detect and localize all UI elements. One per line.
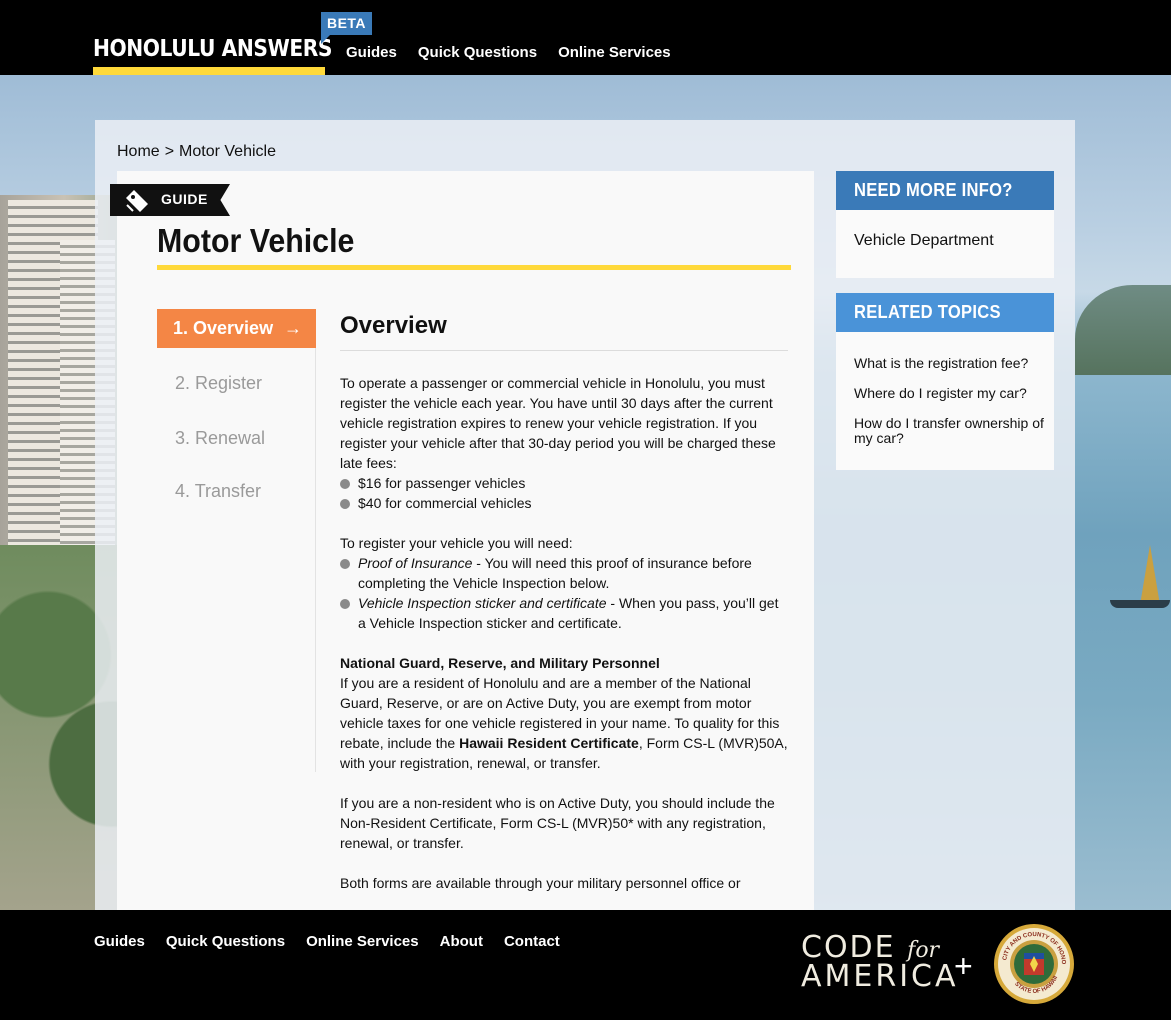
related-topics-box: RELATED TOPICS What is the registration … <box>836 293 1054 470</box>
sailboat-sail <box>1140 545 1160 605</box>
site-logo-text: HONOLULU ANSWERS <box>93 36 333 62</box>
intro-paragraph: To operate a passenger or commercial veh… <box>340 375 776 471</box>
guide-body: To operate a passenger or commercial veh… <box>340 373 788 893</box>
more-info-box: NEED MORE INFO? Vehicle Department <box>836 171 1054 278</box>
section-title: Overview <box>340 312 447 339</box>
nav-online-services[interactable]: Online Services <box>558 44 671 61</box>
page-title: Motor Vehicle <box>157 222 355 259</box>
footer-online-services[interactable]: Online Services <box>306 933 419 950</box>
honolulu-seal-icon[interactable]: CITY AND COUNTY OF HONOLULU STATE OF HAW… <box>993 923 1075 1005</box>
breadcrumb-home[interactable]: Home <box>117 143 160 160</box>
military-paragraph: If you are a resident of Honolulu and ar… <box>340 673 788 773</box>
related-topics-heading: RELATED TOPICS <box>836 293 1054 332</box>
footer-quick-questions[interactable]: Quick Questions <box>166 933 285 950</box>
nav-quick-questions[interactable]: Quick Questions <box>418 44 537 61</box>
nonresident-paragraph: If you are a non-resident who is on Acti… <box>340 795 775 851</box>
beta-badge: BETA <box>321 12 372 35</box>
related-topic-link[interactable]: What is the registration fee? <box>854 356 1044 371</box>
footer-contact[interactable]: Contact <box>504 933 560 950</box>
vehicle-department-link[interactable]: Vehicle Department <box>854 232 994 249</box>
fee-item: $40 for commercial vehicles <box>340 493 788 513</box>
step-transfer[interactable]: 4. Transfer <box>175 481 261 502</box>
resident-certificate: Hawaii Resident Certificate <box>459 735 639 751</box>
requirements-intro: To register your vehicle you will need: <box>340 535 573 551</box>
sailboat-hull <box>1110 600 1170 608</box>
guide-tag-label: GUIDE <box>161 191 208 207</box>
nav-guides[interactable]: Guides <box>346 44 397 61</box>
step-renewal[interactable]: 3. Renewal <box>175 428 265 449</box>
step-overview[interactable]: 1. Overview → <box>157 309 316 348</box>
footer-about[interactable]: About <box>440 933 483 950</box>
diamond-head <box>1075 285 1171 375</box>
requirement-item: Proof of Insurance - You will need this … <box>340 553 788 593</box>
forms-paragraph: Both forms are available through your mi… <box>340 875 741 891</box>
section-divider <box>340 350 788 351</box>
related-topic-link[interactable]: How do I transfer ownership of my car? <box>854 416 1044 446</box>
related-topic-link[interactable]: Where do I register my car? <box>854 386 1044 401</box>
plus-icon: + <box>954 948 973 984</box>
arrow-right-icon: → <box>284 318 302 338</box>
more-info-heading-text: NEED MORE INFO? <box>854 180 1013 200</box>
related-topics-heading-text: RELATED TOPICS <box>854 302 1001 322</box>
main-nav: Guides Quick Questions Online Services <box>346 44 671 61</box>
breadcrumb: Home > Motor Vehicle <box>117 143 276 161</box>
breadcrumb-separator: > <box>164 143 175 160</box>
requirement-term: Vehicle Inspection sticker and certifica… <box>358 595 607 611</box>
footer-guides[interactable]: Guides <box>94 933 145 950</box>
guide-tag: GUIDE <box>110 184 230 216</box>
cfa-line2: AMERICA <box>801 959 959 994</box>
step-overview-label: 1. Overview <box>173 318 274 338</box>
top-bar: HONOLULU ANSWERS BETA Guides Quick Quest… <box>0 0 1171 76</box>
more-info-heading: NEED MORE INFO? <box>836 171 1054 210</box>
footer-nav: Guides Quick Questions Online Services A… <box>94 933 560 950</box>
fee-item: $16 for passenger vehicles <box>340 473 788 493</box>
steps-divider <box>315 348 316 772</box>
requirement-item: Vehicle Inspection sticker and certifica… <box>340 593 788 633</box>
military-heading: National Guard, Reserve, and Military Pe… <box>340 655 660 671</box>
requirement-term: Proof of Insurance <box>358 555 473 571</box>
step-register[interactable]: 2. Register <box>175 373 262 394</box>
beta-badge-tail <box>321 35 330 44</box>
title-underline <box>157 265 791 270</box>
code-for-america-logo[interactable]: CODE for AMERICA <box>801 930 959 994</box>
section-header: Overview <box>340 312 790 340</box>
footer: Guides Quick Questions Online Services A… <box>0 910 1171 1020</box>
breadcrumb-current: Motor Vehicle <box>179 143 276 160</box>
tag-icon <box>126 190 148 212</box>
